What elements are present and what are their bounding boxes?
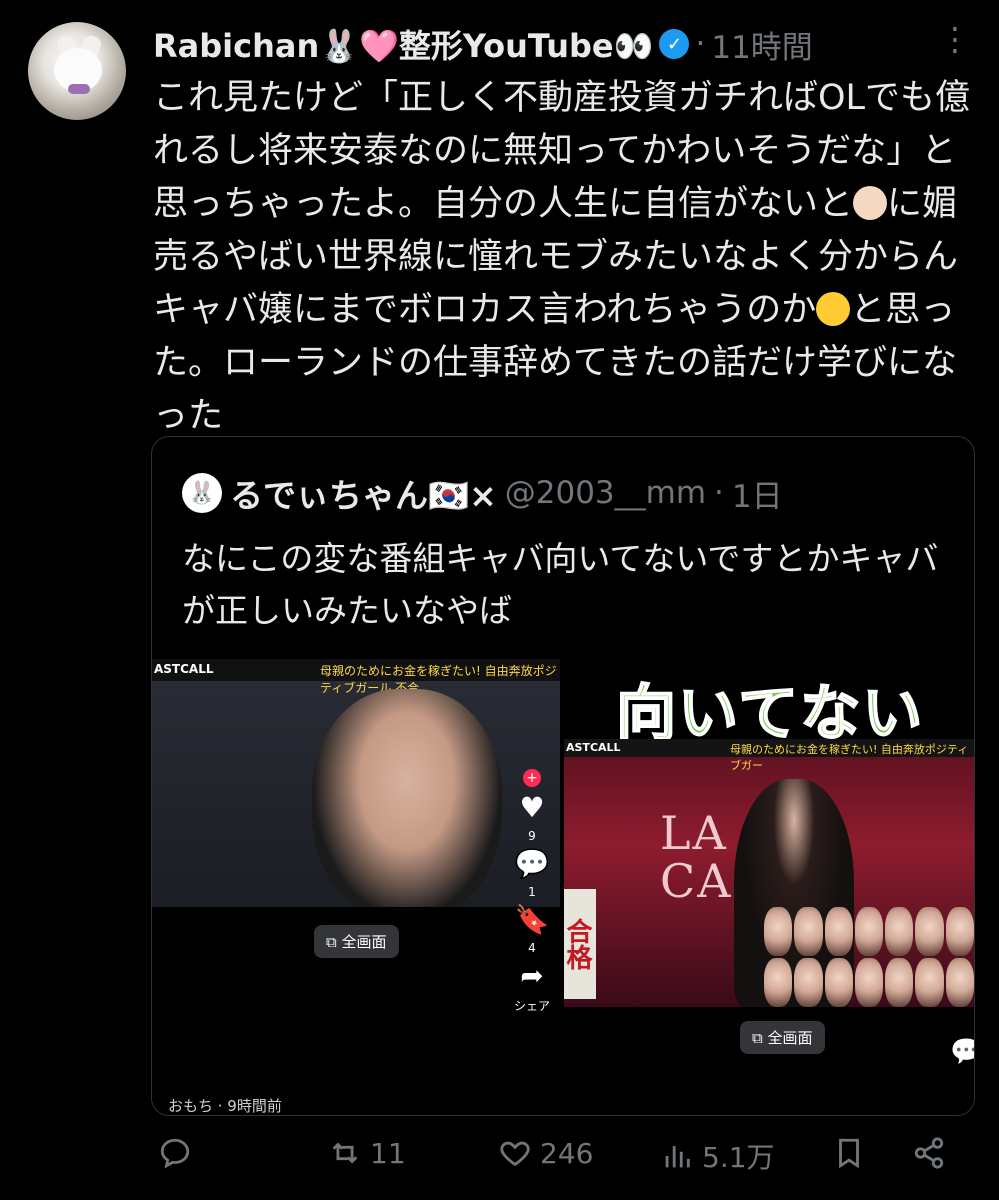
fullscreen-label: 全画面 bbox=[341, 933, 387, 951]
like-count: 9 bbox=[528, 829, 536, 843]
stage-logo-text: LA CA bbox=[660, 806, 733, 908]
quote-time[interactable]: 1日 bbox=[732, 471, 783, 516]
pass-badge: 合格 bbox=[564, 889, 596, 999]
panel-faces-grid bbox=[764, 907, 974, 1007]
quote-media-right[interactable]: 向いてない ASTCALL 母親のためにお金を稼ぎたい! 自由奔放ポジティブガー… bbox=[564, 659, 974, 1115]
share-arrow-icon[interactable]: ➦ bbox=[520, 961, 543, 991]
bookmark-button[interactable] bbox=[832, 1136, 866, 1170]
video-side-actions: + ♥ 9 💬 1 🔖 4 ➦ シェア bbox=[504, 769, 560, 1014]
comment-icon-2[interactable]: 💬 bbox=[950, 1037, 974, 1067]
retweet-count: 11 bbox=[370, 1136, 406, 1170]
media-banner-right: 母親のためにお金を稼ぎたい! 自由奔放ポジティブガール 不合 bbox=[320, 664, 557, 695]
bookmark-icon[interactable]: 🔖 bbox=[515, 905, 550, 935]
tweet-actions-bar: 11 246 5.1万 bbox=[0, 1136, 999, 1188]
video-author: おもち · 9時間前 bbox=[168, 1097, 282, 1115]
tweet-time[interactable]: 11時間 bbox=[711, 22, 812, 67]
tweet-text: これ見たけど「正しく不動産投資ガチればOLでも億れるし将来安泰なのに無知ってかわ… bbox=[153, 72, 983, 443]
share-button[interactable] bbox=[912, 1136, 946, 1170]
heart-outline-icon bbox=[500, 1141, 530, 1167]
like-button[interactable]: 246 bbox=[498, 1136, 593, 1170]
quote-avatar-icon[interactable]: 🐰 bbox=[182, 473, 222, 513]
quote-display-name[interactable]: るでぃちゃん🇰🇷× bbox=[230, 469, 497, 517]
verified-badge-icon: ✓ bbox=[659, 29, 690, 59]
quote-media-left[interactable]: ASTCALL 母親のためにお金を稼ぎたい! 自由奔放ポジティブガール 不合 bbox=[152, 659, 560, 907]
fullscreen-label-2: 全画面 bbox=[767, 1029, 813, 1047]
retweet-icon bbox=[332, 1142, 358, 1164]
media2-banner: ASTCALL 母親のためにお金を稼ぎたい! 自由奔放ポジティブガー bbox=[564, 739, 974, 772]
woman-closeup-image bbox=[312, 689, 502, 907]
quoted-tweet[interactable]: 🐰 るでぃちゃん🇰🇷× @2003__mm · 1日 なにこの変な番組キャバ向い… bbox=[151, 436, 975, 1116]
quote-header: 🐰 るでぃちゃん🇰🇷× @2003__mm · 1日 bbox=[182, 471, 783, 515]
like-count-main: 246 bbox=[540, 1136, 594, 1170]
reply-button[interactable] bbox=[158, 1136, 192, 1170]
share-nodes-icon bbox=[914, 1137, 944, 1169]
stage-image: ASTCALL 母親のためにお金を稼ぎたい! 自由奔放ポジティブガー LA CA … bbox=[564, 739, 974, 1007]
comment-icon[interactable]: 💬 bbox=[515, 849, 550, 879]
smiling-face-with-tear-emoji-icon bbox=[816, 292, 851, 326]
profile-avatar[interactable] bbox=[28, 22, 126, 120]
quote-dot-separator: · bbox=[714, 475, 724, 511]
dot-separator: · bbox=[695, 26, 706, 62]
fullscreen-button[interactable]: ⧉ 全画面 bbox=[314, 925, 399, 958]
tweet-text-part-1: これ見たけど「正しく不動産投資ガチればOLでも億れるし将来安泰なのに無知ってかわ… bbox=[153, 78, 971, 224]
quote-text: なにこの変な番組キャバ向いてないですとかキャバが正しいみたいなやば bbox=[182, 539, 939, 630]
tweet-header: Rabichan🐰🩷整形YouTube👀 ✓ · 11時間 bbox=[153, 18, 813, 70]
comment-count: 1 bbox=[528, 885, 536, 899]
views-count: 5.1万 bbox=[702, 1141, 775, 1174]
media2-banner-left: ASTCALL bbox=[566, 741, 621, 754]
older-man-emoji-icon bbox=[853, 186, 888, 220]
fullscreen-button-2[interactable]: ⧉ 全画面 bbox=[740, 1021, 825, 1054]
share-label: シェア bbox=[513, 999, 550, 1013]
media-banner: ASTCALL 母親のためにお金を稼ぎたい! 自由奔放ポジティブガール 不合 bbox=[152, 659, 560, 695]
reply-icon bbox=[160, 1138, 190, 1169]
follow-plus-icon[interactable]: + bbox=[523, 769, 541, 787]
media-banner-left: ASTCALL bbox=[154, 662, 214, 676]
views-button[interactable]: 5.1万 bbox=[660, 1136, 775, 1176]
views-bar-chart-icon bbox=[665, 1146, 690, 1168]
heart-icon[interactable]: ♥ bbox=[519, 793, 544, 823]
bookmark-outline-icon bbox=[839, 1138, 859, 1169]
quote-handle[interactable]: @2003__mm bbox=[505, 475, 706, 511]
bookmark-count: 4 bbox=[528, 941, 536, 955]
media2-banner-right: 母親のためにお金を稼ぎたい! 自由奔放ポジティブガー bbox=[730, 743, 969, 772]
avatar-bow bbox=[68, 84, 90, 94]
retweet-button[interactable]: 11 bbox=[328, 1136, 406, 1170]
more-options-icon[interactable]: ⋮ bbox=[939, 20, 973, 58]
display-name[interactable]: Rabichan🐰🩷整形YouTube👀 bbox=[153, 21, 653, 67]
